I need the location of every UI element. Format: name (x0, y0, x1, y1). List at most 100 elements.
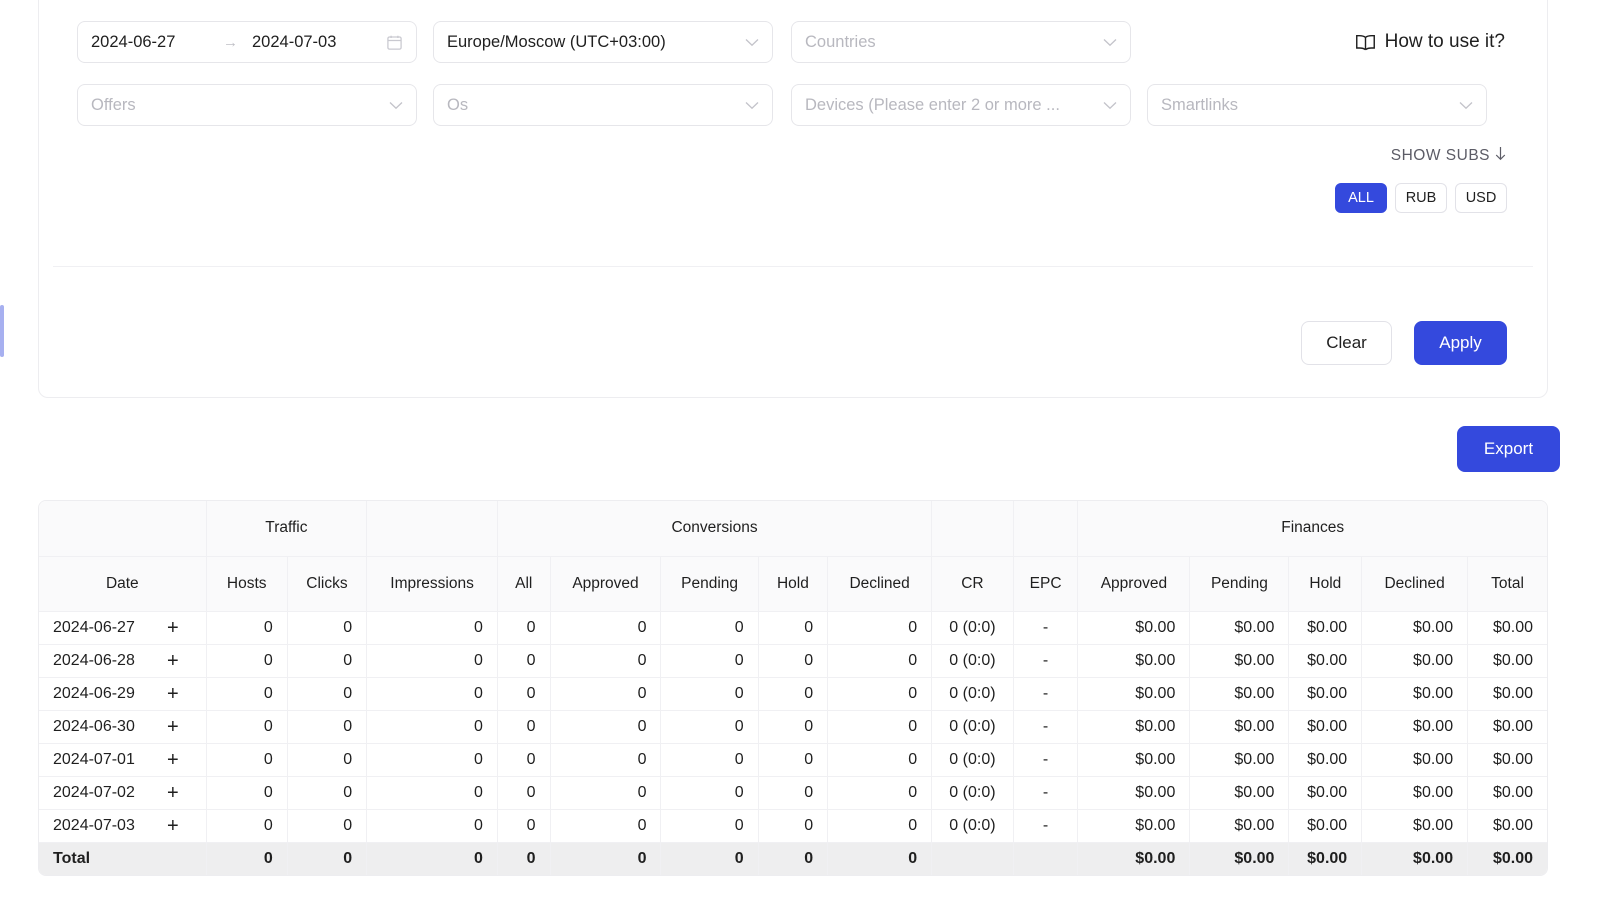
cell-hosts: 0 (206, 776, 288, 810)
col-hosts[interactable]: Hosts (206, 556, 288, 612)
currency-option-all[interactable]: ALL (1335, 183, 1387, 213)
smartlinks-placeholder: Smartlinks (1161, 95, 1239, 114)
group-traffic: Traffic (206, 501, 368, 557)
cell-hosts: 0 (206, 743, 288, 777)
chevron-down-icon (1097, 36, 1117, 49)
show-subs-label: SHOW SUBS (1390, 147, 1490, 164)
cell-finances-pending: $0.00 (1189, 677, 1290, 711)
expand-row-button[interactable]: + (167, 717, 179, 737)
date-range-start[interactable]: 2024-06-27 (91, 33, 209, 52)
cell-date: 2024-06-28 + (39, 644, 207, 678)
table-row: 2024-06-30 +0 0 0 0 0 0 0 0 0 (0:0) - $0.00 $0.00 $0.… (39, 710, 1547, 744)
col-finances-declined[interactable]: Declined (1361, 556, 1469, 612)
cell-conversions-declined: 0 (827, 644, 933, 678)
cell-finances-total: $0.00 (1467, 611, 1547, 645)
date-range-end[interactable]: 2024-07-03 (252, 33, 370, 52)
currency-toggle-group[interactable]: ALL RUB USD (1335, 183, 1507, 213)
chevron-down-icon (739, 99, 759, 112)
cell-hosts: 0 (206, 809, 288, 843)
cell-conversions-declined: 0 (827, 743, 933, 777)
cell-finances-declined: $0.00 (1361, 710, 1469, 744)
col-conversions-approved[interactable]: Approved (550, 556, 662, 612)
cell-date: 2024-06-27 + (39, 611, 207, 645)
cell-finances-total: $0.00 (1467, 809, 1547, 843)
date-value: 2024-06-28 (53, 651, 135, 669)
cell-conversions-all: 0 (497, 677, 551, 711)
group-blank-4 (1013, 501, 1079, 557)
total-cell-conversions-hold: 0 (758, 842, 829, 875)
clear-button[interactable]: Clear (1301, 321, 1392, 365)
col-conversions-pending[interactable]: Pending (660, 556, 759, 612)
cell-clicks: 0 (287, 710, 368, 744)
date-range-picker[interactable]: 2024-06-27 → 2024-07-03 (77, 21, 417, 63)
cell-epc: - (1013, 710, 1079, 744)
os-placeholder: Os (447, 95, 469, 114)
cell-cr: 0 (0:0) (931, 611, 1014, 645)
cell-hosts: 0 (206, 677, 288, 711)
col-clicks[interactable]: Clicks (287, 556, 368, 612)
calendar-icon[interactable] (386, 34, 403, 51)
col-finances-total[interactable]: Total (1467, 556, 1547, 612)
col-date[interactable]: Date (39, 556, 207, 612)
cell-finances-approved: $0.00 (1077, 677, 1191, 711)
table-total-row: Total 0 0 0 0 0 0 0 0 $0.00 $0.00 $0.00 $0.00 $0.00 (39, 842, 1547, 875)
cell-clicks: 0 (287, 611, 368, 645)
cell-finances-total: $0.00 (1467, 710, 1547, 744)
currency-option-usd[interactable]: USD (1455, 183, 1507, 213)
timezone-select[interactable]: Europe/Moscow (UTC+03:00) (433, 21, 773, 63)
col-cr[interactable]: CR (931, 556, 1014, 612)
col-conversions-declined[interactable]: Declined (827, 556, 933, 612)
arrow-right-icon: → (223, 33, 238, 51)
os-select[interactable]: Os (433, 84, 773, 126)
col-finances-approved[interactable]: Approved (1077, 556, 1191, 612)
currency-option-rub[interactable]: RUB (1395, 183, 1447, 213)
cell-finances-declined: $0.00 (1361, 644, 1469, 678)
total-cell-impressions: 0 (366, 842, 498, 875)
cell-finances-hold: $0.00 (1288, 644, 1363, 678)
countries-select[interactable]: Countries (791, 21, 1131, 63)
cell-finances-approved: $0.00 (1077, 710, 1191, 744)
cell-conversions-hold: 0 (758, 776, 829, 810)
col-conversions-hold[interactable]: Hold (758, 556, 829, 612)
expand-row-button[interactable]: + (167, 618, 179, 638)
col-conversions-all[interactable]: All (497, 556, 551, 612)
show-subs-toggle[interactable]: SHOW SUBS (1391, 146, 1507, 166)
expand-row-button[interactable]: + (167, 750, 179, 770)
cell-conversions-declined: 0 (827, 611, 933, 645)
cell-conversions-declined: 0 (827, 710, 933, 744)
total-cell-finances-pending: $0.00 (1189, 842, 1290, 875)
table-row: 2024-06-27 +0 0 0 0 0 0 0 0 0 (0:0) - $0.00 $0.00 $0.… (39, 611, 1547, 645)
date-value: 2024-07-01 (53, 750, 135, 768)
devices-select[interactable]: Devices (Please enter 2 or more ... (791, 84, 1131, 126)
how-to-use-link[interactable]: How to use it? (1355, 31, 1505, 53)
group-blank-2 (366, 501, 498, 557)
total-cell-conversions-declined: 0 (827, 842, 933, 875)
expand-row-button[interactable]: + (167, 684, 179, 704)
scroll-indicator[interactable] (0, 305, 4, 357)
export-button[interactable]: Export (1457, 426, 1560, 472)
expand-row-button[interactable]: + (167, 783, 179, 803)
smartlinks-select[interactable]: Smartlinks (1147, 84, 1487, 126)
cell-conversions-pending: 0 (660, 710, 759, 744)
expand-row-button[interactable]: + (167, 651, 179, 671)
total-cell-conversions-pending: 0 (660, 842, 759, 875)
expand-row-button[interactable]: + (167, 816, 179, 836)
cell-conversions-approved: 0 (550, 809, 662, 843)
table-row: 2024-07-02 +0 0 0 0 0 0 0 0 0 (0:0) - $0.00 $0.00 $0.… (39, 776, 1547, 810)
cell-finances-approved: $0.00 (1077, 743, 1191, 777)
cell-conversions-approved: 0 (550, 677, 662, 711)
col-impressions[interactable]: Impressions (366, 556, 498, 612)
cell-conversions-pending: 0 (660, 644, 759, 678)
column-group-row: Traffic Conversions Finances (39, 501, 1547, 557)
col-finances-hold[interactable]: Hold (1288, 556, 1363, 612)
cell-finances-total: $0.00 (1467, 743, 1547, 777)
offers-select[interactable]: Offers (77, 84, 417, 126)
table-head: Traffic Conversions Finances Date Hosts … (39, 501, 1547, 612)
col-epc[interactable]: EPC (1013, 556, 1079, 612)
cell-finances-approved: $0.00 (1077, 611, 1191, 645)
cell-impressions: 0 (366, 809, 498, 843)
cell-finances-hold: $0.00 (1288, 611, 1363, 645)
apply-button[interactable]: Apply (1414, 321, 1507, 365)
cell-epc: - (1013, 644, 1079, 678)
col-finances-pending[interactable]: Pending (1189, 556, 1290, 612)
